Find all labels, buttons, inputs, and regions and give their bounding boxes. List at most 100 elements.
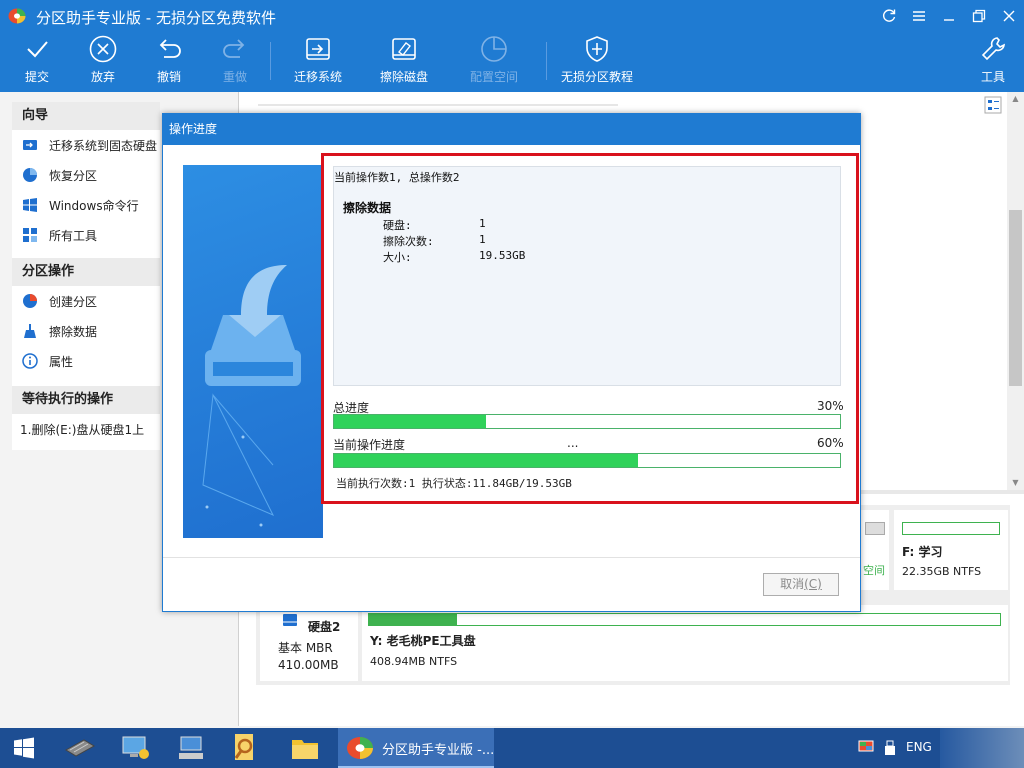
partition-name: Y: 老毛桃PE工具盘 xyxy=(370,634,476,648)
operation-info-box: 当前操作数1, 总操作数2 擦除数据 硬盘: 1 擦除次数: 1 大小: 19.… xyxy=(333,166,841,386)
current-progress-ellipsis: ... xyxy=(567,436,579,450)
pending-operation-item[interactable]: 1.删除(E:)盘从硬盘1上 xyxy=(12,414,160,444)
start-button[interactable] xyxy=(0,728,48,768)
progress-panel: 当前操作数1, 总操作数2 擦除数据 硬盘: 1 擦除次数: 1 大小: 19.… xyxy=(321,153,859,504)
scroll-up-icon[interactable]: ▲ xyxy=(1007,92,1024,106)
layout-toggle-icon[interactable] xyxy=(984,96,1002,114)
wipe-icon xyxy=(24,324,36,338)
wipe-disk-button[interactable]: 擦除磁盘 xyxy=(378,34,430,90)
sidebar-item-windows-cmd[interactable]: Windows命令行 xyxy=(12,190,160,220)
taskbar-device-app[interactable] xyxy=(166,731,216,765)
usb-drive-icon[interactable] xyxy=(884,740,896,756)
sidebar-item-label: 恢复分区 xyxy=(49,168,98,183)
partition-usage-bar xyxy=(865,522,885,535)
partition-block-partial[interactable]: 空间 xyxy=(861,510,889,590)
tutorial-button[interactable]: 无损分区教程 xyxy=(560,34,634,90)
taskbar-window-label: 分区助手专业版 -... xyxy=(382,743,495,758)
create-partition-icon xyxy=(23,294,37,308)
sidebar-item-label: Windows命令行 xyxy=(49,198,139,213)
field-value-disk: 1 xyxy=(479,217,486,230)
restore-button[interactable] xyxy=(964,0,994,32)
partition-usage-bar xyxy=(902,522,1000,535)
window-title: 分区助手专业版 - 无损分区免费软件 xyxy=(36,9,276,27)
undo-icon xyxy=(159,39,181,58)
taskbar-network-app[interactable] xyxy=(110,731,160,765)
disk-type: 基本 MBR xyxy=(278,641,333,655)
allocate-space-label: 配置空间 xyxy=(469,70,518,84)
dialog-title: 操作进度 xyxy=(163,114,860,145)
migrate-os-button[interactable]: 迁移系统 xyxy=(290,34,346,90)
toolbar-divider xyxy=(546,42,547,80)
download-disk-icon xyxy=(202,265,301,527)
sidebar-item-create-partition[interactable]: 创建分区 xyxy=(12,286,160,316)
sidebar-item-migrate-ssd[interactable]: 迁移系统到固态硬盘 xyxy=(12,130,160,160)
undo-label: 撤销 xyxy=(156,70,181,84)
close-button[interactable] xyxy=(994,0,1024,32)
disk2-info[interactable]: 硬盘2 基本 MBR 410.00MB xyxy=(260,605,358,681)
commit-button[interactable]: 提交 xyxy=(20,34,54,90)
partition-name: F: 学习 xyxy=(902,545,943,559)
tools-button[interactable]: 工具 xyxy=(976,34,1010,90)
undo-button[interactable]: 撤销 xyxy=(152,34,186,90)
taskbar-active-window[interactable]: 分区助手专业版 -... xyxy=(338,728,494,768)
restore-icon xyxy=(972,9,986,23)
vertical-scrollbar[interactable]: ▲ ▼ xyxy=(1007,92,1024,490)
redo-label: 重做 xyxy=(222,70,247,84)
shield-icon xyxy=(586,36,608,62)
cancel-label: 取消 xyxy=(780,577,805,591)
refresh-button[interactable] xyxy=(874,0,904,32)
hard-disk-icon xyxy=(283,614,297,626)
monitor-tray-icon[interactable] xyxy=(858,740,874,754)
sidebar-item-wipe-data[interactable]: 擦除数据 xyxy=(12,316,160,346)
sidebar-item-label: 所有工具 xyxy=(49,228,98,243)
taskbar: 分区助手专业版 -... ENG xyxy=(0,728,1024,768)
partition-detail: 408.94MB NTFS xyxy=(370,655,458,668)
sidebar-item-recover-partition[interactable]: 恢复分区 xyxy=(12,160,160,190)
wrench-icon xyxy=(981,37,1005,61)
pending-ops-header: 等待执行的操作 xyxy=(12,386,160,414)
sidebar-item-label: 创建分区 xyxy=(49,294,98,309)
current-progress-bar xyxy=(333,453,841,468)
sidebar: 向导 迁移系统到固态硬盘 恢复分区 Windows命令行 所有工具 分区操作 创… xyxy=(12,102,160,450)
total-progress-percent: 30% xyxy=(817,399,844,413)
app-logo-icon xyxy=(347,737,373,759)
partition-ops-header: 分区操作 xyxy=(12,258,160,286)
wizard-header: 向导 xyxy=(12,102,160,130)
partition-usage-bar xyxy=(368,613,1001,626)
scroll-down-icon[interactable]: ▼ xyxy=(1007,476,1024,490)
minimize-button[interactable] xyxy=(934,0,964,32)
menu-button[interactable] xyxy=(904,0,934,32)
scrollbar-thumb[interactable] xyxy=(1009,210,1022,386)
computer-network-icon xyxy=(122,736,149,759)
sidebar-item-label: 迁移系统到固态硬盘 xyxy=(49,138,158,153)
field-value-wipe-count: 1 xyxy=(479,233,486,246)
field-label-wipe-count: 擦除次数: xyxy=(383,235,434,248)
total-progress-bar xyxy=(333,414,841,429)
sidebar-item-label: 擦除数据 xyxy=(49,324,98,339)
memory-chip-icon xyxy=(65,739,95,757)
partition-block-y[interactable]: Y: 老毛桃PE工具盘 408.94MB NTFS xyxy=(362,605,1008,681)
partition-usage-fill xyxy=(369,614,458,625)
partition-block-f[interactable]: F: 学习 22.35GB NTFS xyxy=(894,510,1008,590)
title-bar: 分区助手专业版 - 无损分区免费软件 xyxy=(0,0,1024,32)
cancel-button[interactable]: 取消(C) xyxy=(763,573,839,596)
taskbar-explorer[interactable] xyxy=(280,731,330,765)
sidebar-item-properties[interactable]: 属性 xyxy=(12,346,160,376)
redo-button[interactable]: 重做 xyxy=(218,34,252,90)
operation-count: 当前操作数1, 总操作数2 xyxy=(334,171,460,184)
discard-button[interactable]: 放弃 xyxy=(86,34,120,90)
tools-label: 工具 xyxy=(980,70,1005,84)
language-indicator[interactable]: ENG xyxy=(906,740,932,754)
current-progress-label: 当前操作进度 xyxy=(333,438,406,452)
toolbar: 提交 放弃 撤销 重做 迁移系统 擦除磁盘 配置空间 无损分区教程 工具 xyxy=(0,34,1024,90)
clock-area[interactable] xyxy=(940,728,1024,768)
migrate-icon xyxy=(23,140,37,150)
minimize-icon xyxy=(944,19,954,21)
sidebar-item-label: 属性 xyxy=(49,354,74,369)
taskbar-search-app[interactable] xyxy=(220,731,270,765)
taskbar-memory-app[interactable] xyxy=(55,731,105,765)
wipe-disk-icon xyxy=(392,38,416,60)
refresh-icon xyxy=(883,9,896,22)
sidebar-item-all-tools[interactable]: 所有工具 xyxy=(12,220,160,250)
allocate-space-button[interactable]: 配置空间 xyxy=(468,34,520,90)
